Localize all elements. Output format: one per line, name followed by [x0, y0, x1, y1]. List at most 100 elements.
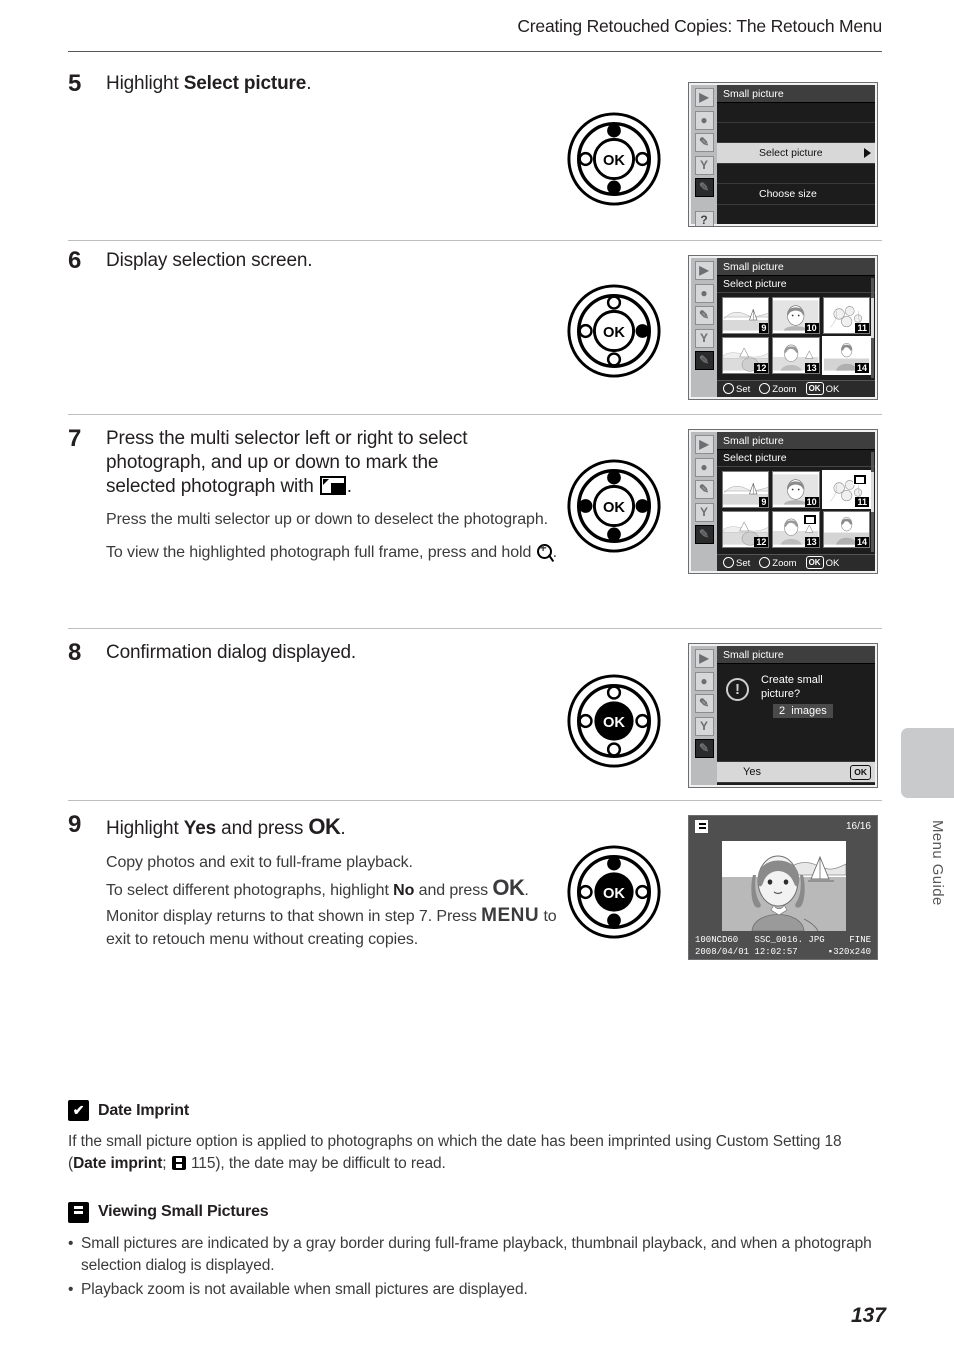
thumbnail-item[interactable]: 14 — [822, 511, 870, 548]
image-size: ▪320x240 — [827, 947, 871, 957]
ok-action[interactable]: OK OK — [805, 555, 840, 572]
confirm-no-option[interactable]: No — [717, 782, 875, 788]
confirm-yes-option[interactable]: Yes OK — [717, 761, 875, 782]
note-body-c: ; — [162, 1155, 171, 1173]
set-action[interactable]: Set — [723, 555, 750, 572]
menu-item-choose-size[interactable]: Choose size — [717, 184, 875, 205]
file-name: SSC_0016. JPG — [754, 935, 825, 945]
thumbnail-item[interactable]: 12 — [722, 511, 770, 548]
thumbnail-item[interactable]: 13 — [772, 337, 820, 374]
magnifier-icon — [759, 382, 771, 394]
capture-date: 2008/04/01 — [695, 947, 750, 957]
menu-button-glyph: MENU — [481, 905, 540, 927]
thumbnail-item[interactable]: 9 — [722, 297, 770, 334]
camera-icon[interactable]: ● — [694, 110, 714, 130]
step-7-title-line3-post: . — [346, 475, 352, 497]
playback-file-info: 100NCD60 SSC_0016. JPG — [695, 934, 825, 946]
image-quality: FINE — [849, 935, 871, 945]
scrollbar[interactable] — [871, 452, 874, 552]
thumbnail-item[interactable]: 11 — [822, 297, 870, 334]
ok-badge-icon: OK — [805, 555, 824, 569]
multi-selector-right[interactable]: OK — [565, 282, 663, 380]
pencil-icon[interactable]: ✎ — [694, 694, 714, 713]
zoom-action[interactable]: Zoom — [759, 555, 797, 572]
small-picture-mark-icon — [802, 514, 817, 525]
menu-item-label: Select picture — [759, 147, 823, 159]
playback-icon[interactable]: ▶ — [694, 261, 714, 280]
thumbnail-number: 11 — [855, 323, 869, 333]
retouch-indicator-icon — [695, 819, 708, 833]
zoom-action[interactable]: Zoom — [759, 381, 797, 398]
caution-icon: ✔ — [68, 1100, 89, 1121]
wrench-icon[interactable]: Y — [694, 155, 714, 175]
thumbnail-item[interactable]: 10 — [772, 297, 820, 334]
pencil-icon[interactable]: ✎ — [694, 480, 714, 499]
ok-label: OK — [825, 383, 840, 395]
thumbnail-item-current[interactable]: 14 — [821, 336, 871, 375]
wrench-icon[interactable]: Y — [694, 502, 714, 522]
svg-text:OK: OK — [603, 500, 625, 516]
confirm-no-label: No — [743, 787, 757, 788]
lcd-main-thumbs-marked: Small picture Select picture 9 10 11 12 … — [717, 432, 875, 571]
section-tab-label: Menu Guide — [929, 820, 946, 906]
set-action[interactable]: Set — [723, 381, 750, 398]
thumbnail-item[interactable]: 9 — [722, 471, 770, 508]
ok-label: OK — [825, 557, 840, 569]
retouch-icon[interactable]: ✎ — [694, 178, 714, 197]
small-picture-mark-icon — [852, 474, 867, 485]
scrollbar[interactable] — [871, 278, 874, 378]
lcd-main-confirm: Small picture ! Create small picture? 2 … — [717, 646, 875, 785]
thumbnail-number: 10 — [804, 323, 819, 333]
multi-selector-up-down[interactable]: OK — [565, 110, 663, 208]
confirm-line2: picture? — [761, 688, 801, 700]
camera-icon[interactable]: ● — [694, 671, 714, 691]
camera-icon[interactable]: ● — [694, 457, 714, 477]
confirm-count-value: 2 — [779, 705, 786, 717]
multi-selector-all-directions[interactable]: OK — [565, 457, 663, 555]
playback-photo — [722, 841, 846, 931]
warning-icon: ! — [726, 678, 749, 701]
thumbnail-grid: 9 10 11 12 13 14 — [717, 467, 875, 550]
step-9-sub-line2: To select different photographs, highlig… — [106, 873, 576, 950]
step-9-title: Highlight Yes and press OK. — [106, 813, 576, 841]
playback-icon[interactable]: ▶ — [694, 435, 714, 454]
multi-selector-ok-pressed[interactable]: OK — [565, 672, 663, 770]
menu-item-label: Choose size — [759, 188, 817, 200]
retouch-icon[interactable]: ✎ — [694, 739, 714, 758]
lcd-sidebar: ▶ ● ✎ Y ✎ — [691, 646, 717, 785]
lcd-screen-thumbnails-marked: ▶ ● ✎ Y ✎ Small picture Select picture 9… — [688, 429, 878, 574]
pencil-icon[interactable]: ✎ — [694, 133, 714, 152]
thumbnail-grid: 9 10 11 12 13 14 — [717, 293, 875, 376]
step-6-title: Display selection screen. — [106, 250, 313, 271]
step-8-title: Confirmation dialog displayed. — [106, 642, 357, 663]
menu-item-select-picture[interactable]: Select picture — [717, 143, 875, 164]
wrench-icon[interactable]: Y — [694, 328, 714, 348]
step-9-sub-line1: Copy photos and exit to full-frame playb… — [106, 853, 413, 871]
pencil-icon[interactable]: ✎ — [694, 306, 714, 325]
ok-action[interactable]: OK OK — [805, 381, 840, 398]
thumbnail-item[interactable]: 10 — [772, 471, 820, 508]
thumbnail-item-current[interactable]: 11 — [821, 470, 871, 509]
multi-selector-ok-pressed[interactable]: OK — [565, 843, 663, 941]
step-7-title-line1: Press the multi selector left or right t… — [106, 428, 468, 449]
step-9-sub-a: To select different photographs, highlig… — [106, 882, 394, 900]
confirm-yes-label: Yes — [743, 766, 761, 778]
playback-topbar: 16/16 — [689, 816, 877, 836]
playback-icon[interactable]: ▶ — [694, 88, 714, 107]
camera-icon[interactable]: ● — [694, 283, 714, 303]
retouch-icon[interactable]: ✎ — [694, 351, 714, 370]
ok-badge-icon: OK — [805, 381, 824, 395]
multi-selector-icon — [723, 382, 734, 394]
step-7-sub1: Press the multi selector up or down to d… — [106, 511, 548, 529]
note-body-ref: 115 — [190, 1155, 216, 1173]
thumbnail-item[interactable]: 12 — [722, 337, 770, 374]
lcd-title: Small picture — [717, 258, 875, 276]
wrench-icon[interactable]: Y — [694, 716, 714, 736]
pencil-note-icon — [68, 1201, 89, 1223]
help-icon[interactable]: ? — [694, 211, 714, 226]
playback-icon[interactable]: ▶ — [694, 649, 714, 668]
playback-zoom-icon — [536, 541, 552, 559]
retouch-icon[interactable]: ✎ — [694, 525, 714, 544]
thumbnail-item[interactable]: 13 — [772, 511, 820, 548]
section-tab — [901, 728, 954, 798]
